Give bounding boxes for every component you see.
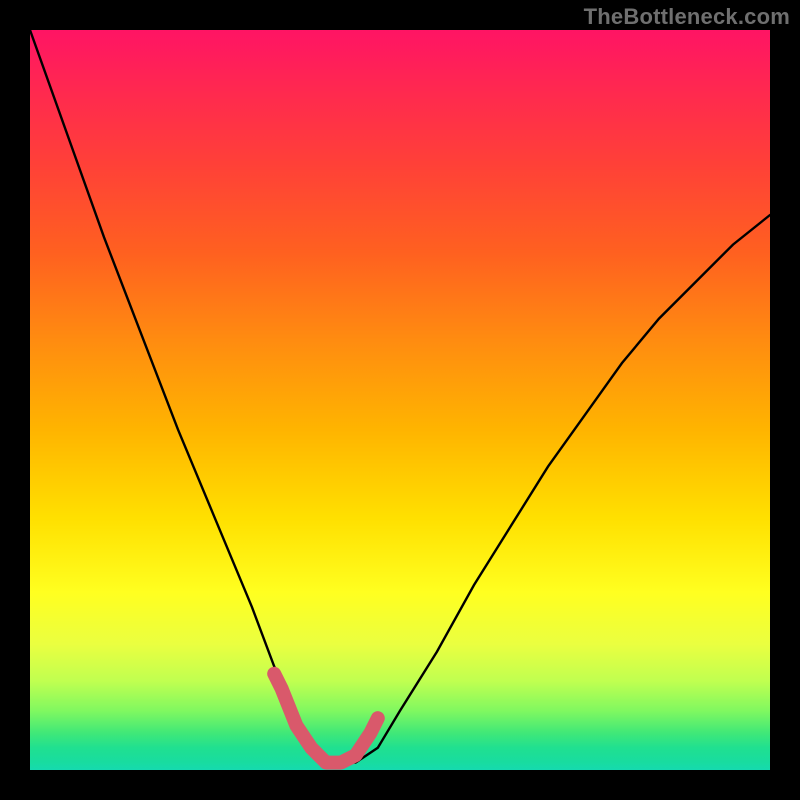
watermark-text: TheBottleneck.com — [584, 4, 790, 30]
chart-frame: TheBottleneck.com — [0, 0, 800, 800]
dip-curve — [30, 30, 770, 763]
dip-highlight — [274, 674, 378, 763]
curve-layer — [30, 30, 770, 770]
